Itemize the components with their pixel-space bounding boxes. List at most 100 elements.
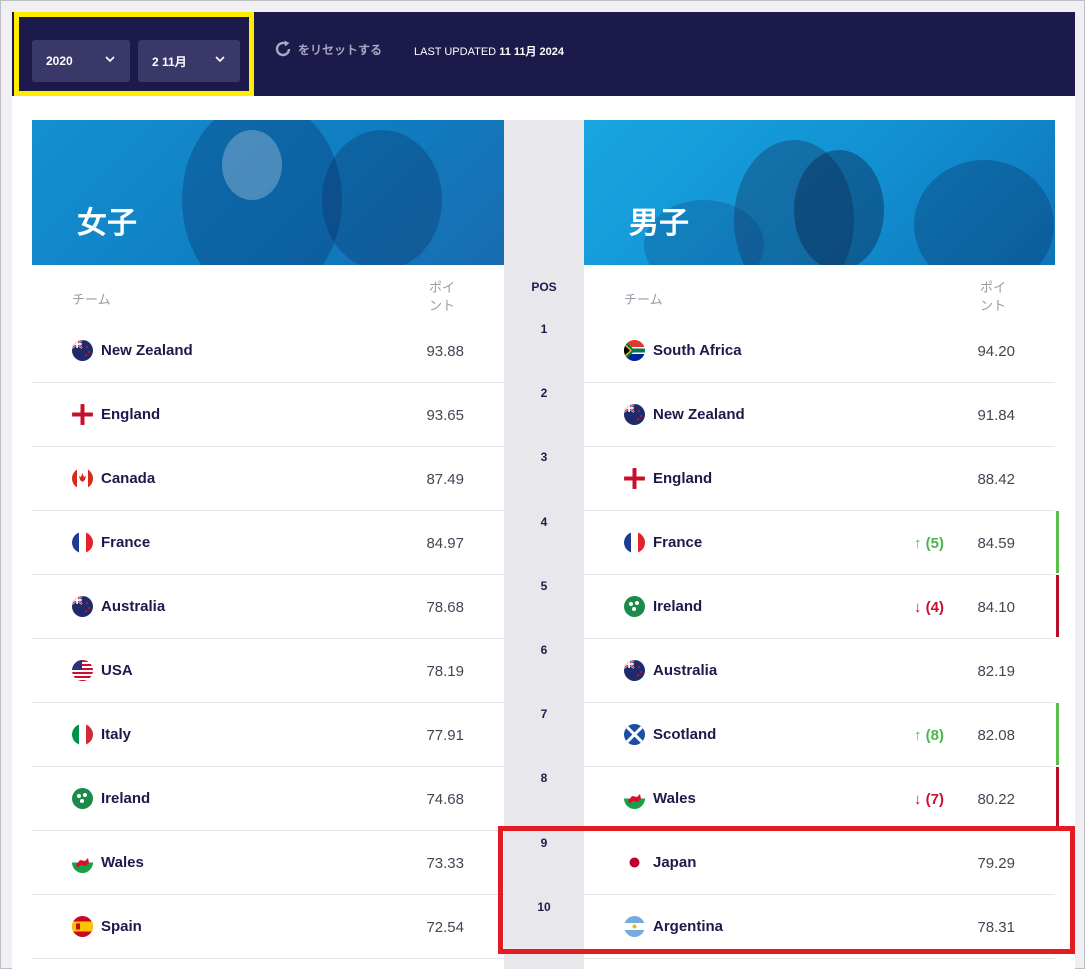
rank-change: ↓ (7): [914, 791, 944, 808]
filter-highlight-box: [14, 12, 254, 96]
rank-change: ↑ (5): [914, 535, 944, 552]
women-banner: 女子: [32, 120, 504, 265]
rank-change-indicator: [1056, 767, 1059, 829]
australia-flag-icon: [624, 660, 645, 681]
team-points: 94.20: [977, 343, 1015, 360]
position-number: 4: [540, 514, 548, 529]
scotland-flag-icon: [624, 724, 645, 745]
team-points: 82.19: [977, 663, 1015, 680]
table-row: New Zealand 91.84: [584, 383, 1055, 447]
table-row: England 93.65: [32, 383, 504, 447]
team-name: Australia: [653, 662, 718, 679]
table-row: Wales ↓ (7) 80.22: [584, 767, 1059, 831]
position-number: 6: [540, 643, 548, 657]
position-number: 3: [540, 450, 548, 465]
table-row: Spain 72.54: [32, 895, 504, 959]
position-number: 8: [540, 771, 548, 786]
women-rankings: 女子 チーム ポイ ント New Zealand 93.88 England 93.6…: [32, 120, 504, 959]
team-name: New Zealand: [653, 406, 745, 423]
table-row: Canada 87.49: [32, 447, 504, 511]
ireland-flag-icon: [624, 596, 645, 617]
points-column-header: ポイ ント: [979, 280, 1006, 313]
france-flag-icon: [72, 532, 93, 553]
position-number: 7: [540, 707, 548, 722]
ireland-flag-icon: [72, 788, 93, 809]
team-points: 93.65: [426, 407, 464, 424]
rank-change-indicator: [1056, 575, 1059, 637]
team-name: USA: [101, 662, 133, 679]
women-table-header: チーム ポイ ント: [32, 265, 504, 319]
table-row: England 88.42: [584, 447, 1055, 511]
last-updated-label: LAST UPDATED: [414, 46, 497, 58]
team-points: 93.88: [426, 343, 464, 360]
rank-change-indicator: [1056, 511, 1059, 573]
table-row: France 84.97: [32, 511, 504, 575]
team-points: 82.08: [977, 727, 1015, 744]
table-row: Ireland ↓ (4) 84.10: [584, 575, 1059, 639]
table-row: Australia 82.19: [584, 639, 1055, 703]
japan-argentina-highlight-box: [498, 826, 1075, 954]
table-row: Ireland 74.68: [32, 767, 504, 831]
team-name: England: [653, 470, 713, 487]
rank-change: ↑ (8): [914, 727, 944, 744]
men-title: 男子: [629, 206, 689, 241]
usa-flag-icon: [72, 660, 93, 681]
team-name: France: [101, 534, 151, 551]
spain-flag-icon: [72, 916, 93, 937]
team-column-header: チーム: [624, 292, 663, 307]
team-name: Scotland: [653, 726, 717, 743]
last-updated-date: 11 11月 2024: [499, 46, 565, 58]
team-name: Ireland: [101, 790, 151, 807]
team-name: Ireland: [653, 598, 703, 615]
team-points: 78.19: [426, 663, 464, 680]
team-name: Spain: [101, 918, 142, 935]
table-row: Wales 73.33: [32, 831, 504, 895]
team-points: 72.54: [426, 919, 464, 936]
table-row: Scotland ↑ (8) 82.08: [584, 703, 1059, 767]
team-points: 87.49: [426, 471, 464, 488]
team-points: 84.10: [977, 599, 1015, 616]
table-row: USA 78.19: [32, 639, 504, 703]
points-column-header: ポイ ント: [428, 280, 455, 313]
team-points: 73.33: [426, 855, 464, 872]
team-name: Wales: [653, 790, 696, 807]
team-name: England: [101, 406, 161, 423]
team-points: 91.84: [977, 407, 1015, 424]
position-number: 2: [540, 386, 548, 401]
wales-flag-icon: [624, 788, 645, 809]
team-name: Italy: [101, 726, 132, 743]
team-name: Canada: [101, 470, 156, 487]
new-zealand-flag-icon: [72, 340, 93, 361]
refresh-icon: [275, 40, 291, 57]
pos-column-header: POS: [531, 280, 557, 294]
canada-flag-icon: [72, 468, 93, 489]
team-points: 78.68: [426, 599, 464, 616]
team-name: France: [653, 534, 703, 551]
women-title: 女子: [77, 206, 137, 241]
last-updated: LAST UPDATED 11 11月 2024: [414, 43, 564, 59]
england-flag-icon: [624, 468, 645, 489]
reset-button[interactable]: をリセットする: [272, 38, 382, 60]
table-row: South Africa 94.20: [584, 319, 1055, 383]
france-flag-icon: [624, 532, 645, 553]
team-points: 88.42: [977, 471, 1015, 488]
team-name: New Zealand: [101, 342, 193, 359]
team-points: 80.22: [977, 791, 1015, 808]
reset-label: をリセットする: [298, 42, 383, 57]
team-name: Wales: [101, 854, 144, 871]
table-row: Italy 77.91: [32, 703, 504, 767]
table-row: France ↑ (5) 84.59: [584, 511, 1059, 575]
south-africa-flag-icon: [624, 340, 645, 361]
men-banner: 男子: [584, 120, 1055, 265]
italy-flag-icon: [72, 724, 93, 745]
team-points: 77.91: [426, 727, 464, 744]
australia-flag-icon: [72, 596, 93, 617]
position-number: 5: [540, 578, 548, 593]
rank-change: ↓ (4): [914, 599, 944, 616]
wales-flag-icon: [72, 852, 93, 873]
team-points: 84.59: [977, 535, 1015, 552]
team-points: 74.68: [426, 791, 464, 808]
position-number: 1: [540, 322, 548, 336]
table-row: Australia 78.68: [32, 575, 504, 639]
team-points: 84.97: [426, 535, 464, 552]
